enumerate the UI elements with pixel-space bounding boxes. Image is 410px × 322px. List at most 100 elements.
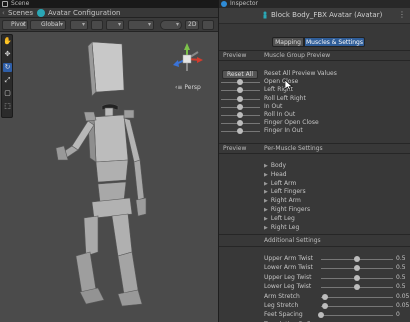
per-muscle-foldout[interactable]: ▶ Left Arm <box>264 180 384 188</box>
slider-knob[interactable] <box>237 95 243 102</box>
tab-inspector-label: Inspector <box>230 0 258 7</box>
per-muscle-foldout[interactable]: ▶ Head <box>264 171 384 179</box>
setting-value[interactable]: 0.5 <box>396 274 406 282</box>
muscle-group-label: Finger In Out <box>264 127 303 135</box>
tab-mapping[interactable]: Mapping <box>272 37 304 47</box>
muscle-group-label: In Out <box>264 102 283 110</box>
slider-knob[interactable] <box>237 112 243 118</box>
avatar-asset-icon <box>263 11 267 19</box>
slider-track[interactable] <box>321 296 393 298</box>
chevron-right-icon: ▶ <box>264 198 268 205</box>
slider-knob[interactable] <box>321 303 328 309</box>
scene-view[interactable]: ‹ Scenes › Avatar Configuration Pivot Gl… <box>0 8 218 322</box>
mouse-cursor-icon <box>285 80 293 90</box>
divider <box>219 153 410 154</box>
slider-knob[interactable] <box>354 284 360 291</box>
per-muscle-label: Left Fingers <box>270 188 306 196</box>
slider-knob[interactable] <box>318 312 324 319</box>
per-muscle-foldout[interactable]: ▶ Right Arm <box>264 197 384 205</box>
divider <box>219 234 410 235</box>
per-muscle-settings-header: Per-Muscle Settings <box>264 145 323 152</box>
divider <box>219 60 410 61</box>
info-icon <box>221 1 227 7</box>
muscle-group-label: Reset All Preview Values <box>264 70 337 77</box>
per-muscle-foldout[interactable]: ▶ Right Leg <box>264 224 384 232</box>
chevron-right-icon: ▶ <box>264 207 268 213</box>
muscle-group-row: In Out <box>219 103 410 111</box>
additional-setting-row: Arm Stretch 0.05 <box>219 293 410 301</box>
more-options-icon[interactable]: ⋮ <box>398 10 406 19</box>
chevron-right-icon: ▶ <box>264 171 268 178</box>
additional-setting-row: Upper Arm Twist 0.5 <box>219 255 410 263</box>
slider-knob[interactable] <box>237 79 243 86</box>
per-muscle-label: Body <box>270 162 287 169</box>
chevron-right-icon: ▶ <box>264 215 268 222</box>
muscle-group-preview-header: Muscle Group Preview <box>264 52 331 59</box>
muscle-group-label: Roll Left Right <box>264 94 306 102</box>
setting-value[interactable]: 0.05 <box>396 302 409 310</box>
tab-mapping-label: Mapping <box>275 39 301 46</box>
muscle-group-row: Reset All Preview Values <box>219 70 410 78</box>
setting-value[interactable]: 0.05 <box>396 293 409 301</box>
additional-setting-label: Arm Stretch <box>264 292 300 300</box>
slider-track[interactable] <box>321 306 393 307</box>
per-muscle-foldout[interactable]: ▶ Left Fingers <box>264 188 384 196</box>
editor-tab-strip: Scene Inspector <box>0 0 410 8</box>
avatar-figure <box>55 41 147 307</box>
muscle-group-label: Roll In Out <box>264 111 296 118</box>
additional-setting-label: Lower Arm Twist <box>264 264 313 272</box>
additional-settings-header: Additional Settings <box>264 237 321 244</box>
chevron-right-icon: ▶ <box>264 163 268 169</box>
slider-knob[interactable] <box>237 128 243 135</box>
per-muscle-foldout[interactable]: ▶ Left Leg <box>264 215 384 223</box>
additional-setting-row: Lower Arm Twist 0.5 <box>219 264 410 272</box>
preview-label-2: Preview <box>223 145 247 152</box>
additional-setting-row: Leg Stretch 0.05 <box>219 302 410 310</box>
per-muscle-label: Left Leg <box>270 214 295 222</box>
slider-knob[interactable] <box>237 103 243 110</box>
muscle-group-row: Finger In Out <box>219 127 410 135</box>
additional-setting-label: Upper Arm Twist <box>264 255 314 262</box>
preview-label: Preview <box>223 52 247 59</box>
slider-knob[interactable] <box>237 120 243 127</box>
divider <box>219 246 410 247</box>
additional-setting-label: Feet Spacing <box>264 311 303 319</box>
inspector-panel: Block Body_FBX Avatar (Avatar) ⋮ Mapping… <box>219 8 410 322</box>
divider <box>219 50 410 51</box>
chevron-right-icon: ▶ <box>264 224 268 231</box>
setting-value[interactable]: 0.5 <box>396 264 406 272</box>
tab-scene-label: Scene <box>11 0 30 7</box>
setting-value[interactable]: 0.5 <box>396 255 406 263</box>
additional-setting-label: Upper Leg Twist <box>264 273 312 281</box>
divider <box>219 143 410 144</box>
muscle-group-row: Roll In Out <box>219 111 410 119</box>
muscle-group-row: Left Right <box>219 86 410 94</box>
per-muscle-label: Head <box>270 170 287 178</box>
slider-knob[interactable] <box>354 256 360 262</box>
slider-knob[interactable] <box>354 265 360 272</box>
tab-muscles-label: Muscles & Settings <box>306 39 363 46</box>
tab-inspector[interactable]: Inspector <box>219 0 410 8</box>
per-muscle-foldout[interactable]: ▶ Right Fingers <box>264 206 384 214</box>
slider-track[interactable] <box>321 315 393 317</box>
muscle-group-row: Open Close <box>219 78 410 86</box>
slider-knob[interactable] <box>354 274 360 281</box>
muscle-group-row: Roll Left Right <box>219 95 410 103</box>
slider-knob[interactable] <box>237 87 243 94</box>
tab-muscles-settings[interactable]: Muscles & Settings <box>304 37 365 47</box>
per-muscle-label: Left Arm <box>270 179 297 187</box>
setting-value[interactable]: 0 <box>396 311 400 319</box>
per-muscle-label: Right Leg <box>270 223 300 231</box>
per-muscle-label: Right Fingers <box>270 206 311 213</box>
additional-setting-row: Upper Leg Twist 0.5 <box>219 274 410 282</box>
tab-scene[interactable]: Scene <box>0 0 70 8</box>
muscle-group-label: Open Close <box>264 78 299 86</box>
muscle-group-row: Finger Open Close <box>219 119 410 127</box>
additional-setting-label: Lower Leg Twist <box>264 283 312 291</box>
muscle-group-label: Finger Open Close <box>264 119 319 127</box>
setting-value[interactable]: 0.5 <box>396 283 406 291</box>
per-muscle-foldout[interactable]: ▶ Body <box>264 162 384 170</box>
scene-grid-icon <box>2 1 8 7</box>
additional-setting-row: Feet Spacing 0 <box>219 311 410 319</box>
slider-knob[interactable] <box>321 293 328 300</box>
